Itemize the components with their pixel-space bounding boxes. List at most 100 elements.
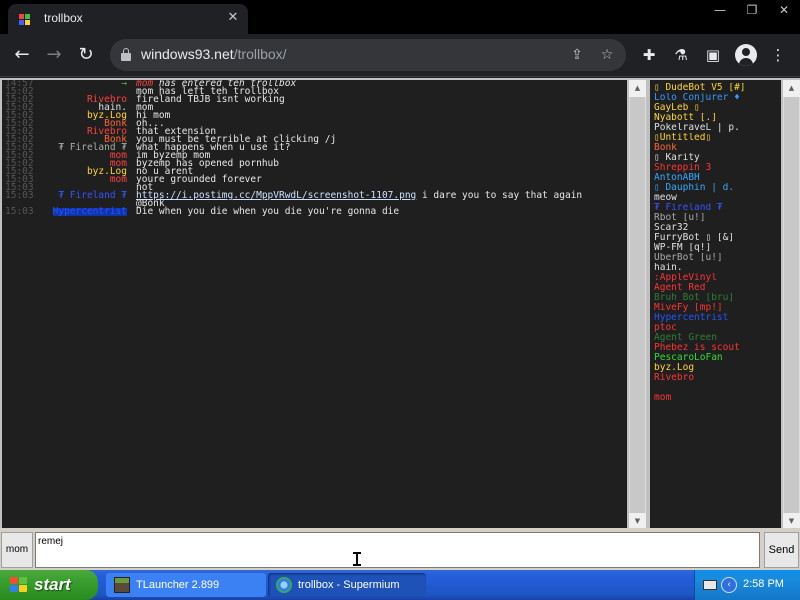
window-close-icon[interactable]: ✕ xyxy=(768,0,800,22)
message-row: 15:02 mom im byzemp mom xyxy=(2,151,627,161)
message-username[interactable]: Hypercentrist xyxy=(52,207,127,216)
user-list-item[interactable]: byz.Log xyxy=(654,363,781,373)
minimize-icon[interactable]: — xyxy=(704,0,736,22)
user-list-item[interactable]: mom xyxy=(654,393,781,403)
userlist-scrollbar[interactable]: ▲ ▼ xyxy=(783,80,800,530)
windows-logo-icon xyxy=(10,577,28,593)
back-icon[interactable]: ← xyxy=(9,42,35,68)
tab-close-icon[interactable]: ✕ xyxy=(224,9,242,27)
chat-input-bar: mom remej Send xyxy=(0,528,800,570)
share-icon[interactable]: ⇪ xyxy=(567,45,587,65)
message-row: 15:02 ₮ Fireland ₮ what happens when u use… xyxy=(2,143,627,153)
lock-icon[interactable] xyxy=(121,48,131,61)
message-text: youre grounded forever xyxy=(136,175,262,185)
user-list-item[interactable]: Bonk xyxy=(654,143,781,153)
user-list-item[interactable]: Hypercentrist xyxy=(654,313,781,323)
user-list-item[interactable]: ₮ Fireland ₮ xyxy=(654,203,781,213)
taskbar-item-label: trollbox - Supermium xyxy=(298,579,400,591)
sidepanel-icon[interactable]: ▣ xyxy=(702,44,724,66)
taskbar-item-tlauncher[interactable]: TLauncher 2.899 xyxy=(106,573,266,597)
user-list-item[interactable]: PescaroLoFan xyxy=(654,353,781,363)
user-list-item[interactable]: Agent Green xyxy=(654,333,781,343)
message-row: 15:02 Rivebro fireland TBJB isnt working xyxy=(2,95,627,105)
scroll-thumb[interactable] xyxy=(630,97,645,513)
user-list-item[interactable]: Rbot [u!] xyxy=(654,213,781,223)
star-icon[interactable]: ☆ xyxy=(597,45,617,65)
flask-icon[interactable]: ⚗ xyxy=(670,44,692,66)
user-list-item[interactable]: MiveFy [mp!] xyxy=(654,303,781,313)
scroll-up-icon[interactable]: ▲ xyxy=(783,80,800,97)
message-body: Die when you die when you die you're gon… xyxy=(136,206,400,217)
message-username[interactable]: ₮ Fireland ₮ xyxy=(58,191,127,201)
message-text: Die when you die when you die you're gon… xyxy=(136,206,400,217)
keyboard-icon[interactable] xyxy=(703,580,717,590)
user-list-item[interactable]: ▯ Karity xyxy=(654,153,781,163)
user-list-item[interactable]: Rivebro xyxy=(654,373,781,383)
user-list-item[interactable]: Nyabott [.] xyxy=(654,113,781,123)
user-list-item[interactable]: AntonABH xyxy=(654,173,781,183)
scroll-up-icon[interactable]: ▲ xyxy=(629,80,646,97)
user-list-item[interactable]: UberBot [u!] xyxy=(654,253,781,263)
user-list-item[interactable]: PokelraveL | p. xyxy=(654,123,781,133)
tray-expand-icon[interactable]: ‹ xyxy=(721,577,737,593)
user-list-item[interactable]: Scar32 xyxy=(654,223,781,233)
forward-icon[interactable]: → xyxy=(41,42,67,68)
restore-icon[interactable]: ❐ xyxy=(736,0,768,22)
nickname-button[interactable]: mom xyxy=(1,532,33,568)
user-list-item[interactable]: :AppleVinyl xyxy=(654,273,781,283)
user-list-item[interactable]: hain. xyxy=(654,263,781,273)
user-list[interactable]: ▯ DudeBot V5 [#] Lolo Conjurer ♦ GayLeb ▯ N… xyxy=(650,80,781,530)
clock: 2:58 PM xyxy=(743,578,784,590)
message-time: 15:03 xyxy=(5,206,34,217)
tab-strip: trollbox ✕ — ❐ ✕ xyxy=(0,0,800,34)
supermium-icon xyxy=(276,577,292,593)
message-log[interactable]: 14:57 → mom has entered teh trollbox 15:02 m… xyxy=(2,80,627,530)
window-controls: — ❐ ✕ xyxy=(704,0,800,22)
user-list-item[interactable]: GayLeb ▯ xyxy=(654,103,781,113)
user-list-item[interactable]: ▯ DudeBot V5 [#] xyxy=(654,83,781,93)
user-list-item[interactable]: Bruh Bot [bru] xyxy=(654,293,781,303)
message-scrollbar[interactable]: ▲ ▼ xyxy=(629,80,646,530)
windows93-favicon-icon xyxy=(19,12,35,26)
message-row: 15:03 Hypercentrist Die when you die when … xyxy=(2,206,627,217)
address-bar[interactable]: windows93.net/trollbox/ ⇪ ☆ xyxy=(110,39,626,71)
user-list-item[interactable]: Shreppin 3 xyxy=(654,163,781,173)
message-time: 15:03 xyxy=(5,190,34,201)
extensions-icon[interactable]: ✚ xyxy=(638,44,660,66)
url-text[interactable]: windows93.net/trollbox/ xyxy=(141,46,287,62)
trollbox-page: 14:57 → mom has entered teh trollbox 15:02 m… xyxy=(0,78,800,570)
message-input[interactable]: remej xyxy=(35,532,760,568)
user-list-item[interactable]: Lolo Conjurer ♦ xyxy=(654,93,781,103)
user-list-item[interactable]: ▯ Dauphin | d. xyxy=(654,183,781,193)
user-list-item[interactable]: WP-FM [q!] xyxy=(654,243,781,253)
start-button[interactable]: start xyxy=(0,570,98,600)
message-row: 15:03 mom youre grounded forever xyxy=(2,175,627,185)
browser-toolbar: ← → ↻ windows93.net/trollbox/ ⇪ ☆ ✚ ⚗ ▣ … xyxy=(0,34,800,77)
start-label: start xyxy=(34,575,71,594)
message-row: 15:02 byz.Log no u arent xyxy=(2,167,627,177)
text-cursor-icon xyxy=(352,552,362,566)
user-list-item[interactable] xyxy=(654,383,781,393)
taskbar-item-label: TLauncher 2.899 xyxy=(136,579,220,591)
message-text: fireland TBJB isnt working xyxy=(136,95,285,105)
menu-icon[interactable]: ⋮ xyxy=(767,44,789,66)
user-list-item[interactable]: ▯Untitled▯ xyxy=(654,133,781,143)
reload-icon[interactable]: ↻ xyxy=(73,42,99,68)
profile-icon[interactable] xyxy=(735,44,757,66)
user-list-item[interactable]: FurryBot ▯ [&] xyxy=(654,233,781,243)
message-row: 14:57 → mom has entered teh trollbox xyxy=(2,80,627,88)
tab-title: trollbox xyxy=(44,11,83,25)
message-username[interactable]: → xyxy=(121,80,127,88)
user-list-item[interactable]: Phebez is scout xyxy=(654,343,781,353)
tab-trollbox[interactable]: trollbox ✕ xyxy=(8,4,248,34)
user-list-item[interactable]: Agent Red xyxy=(654,283,781,293)
user-list-item[interactable]: meow xyxy=(654,193,781,203)
user-list-item[interactable]: ptoc xyxy=(654,323,781,333)
taskbar-item-trollbox[interactable]: trollbox - Supermium xyxy=(268,573,426,597)
message-row: 15:02 byz.Log hi mom xyxy=(2,111,627,121)
system-tray: ‹ 2:58 PM xyxy=(694,570,800,600)
message-text: https://i.postimg.cc/MppVRwdL/screenshot… xyxy=(136,191,582,201)
scroll-thumb[interactable] xyxy=(784,97,799,513)
send-button[interactable]: Send xyxy=(764,532,799,568)
message-username[interactable]: mom xyxy=(110,175,127,185)
